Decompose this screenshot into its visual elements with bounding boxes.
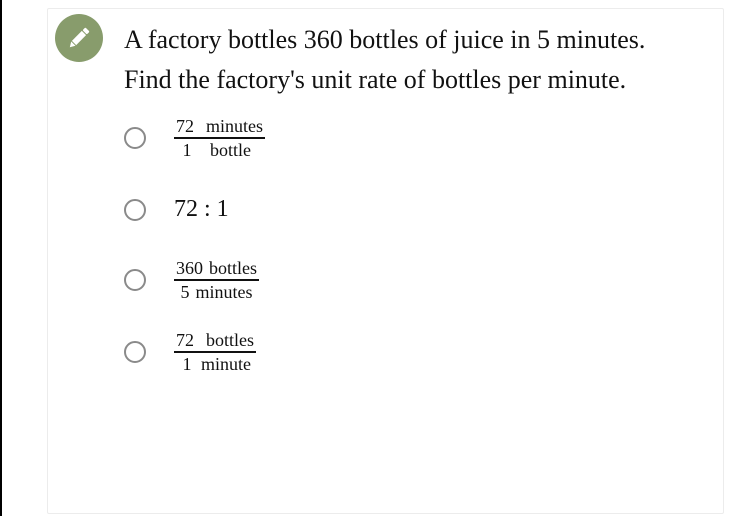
numerator-unit: bottles xyxy=(209,258,257,278)
answer-option-3[interactable]: 360 bottles 5 minutes xyxy=(124,258,259,302)
denominator-unit: bottle xyxy=(210,140,251,160)
numerator-value: 72 xyxy=(176,116,194,136)
question-line-1: A factory bottles 360 bottles of juice i… xyxy=(124,25,646,54)
fraction: 360 bottles 5 minutes xyxy=(174,258,259,302)
question-text: A factory bottles 360 bottles of juice i… xyxy=(124,20,645,100)
question-line-2: Find the factory's unit rate of bottles … xyxy=(124,65,627,94)
denominator-value: 1 xyxy=(182,354,192,374)
numerator-unit: minutes xyxy=(206,116,263,136)
denominator-unit: minute xyxy=(201,354,251,374)
answer-option-1[interactable]: 72 minutes 1 bottle xyxy=(124,116,265,160)
fraction: 72 bottles 1 minute xyxy=(174,330,256,374)
denominator-value: 5 xyxy=(180,282,190,302)
numerator-value: 72 xyxy=(176,330,194,350)
numerator-value: 360 xyxy=(176,258,203,278)
denominator-unit: minutes xyxy=(195,282,253,302)
radio-button[interactable] xyxy=(124,341,146,363)
edit-badge xyxy=(55,14,103,62)
pencil-icon xyxy=(69,27,90,48)
radio-button[interactable] xyxy=(124,269,146,291)
fraction: 72 minutes 1 bottle xyxy=(174,116,265,160)
answer-option-2[interactable]: 72 : 1 xyxy=(124,196,229,223)
ratio-text: 72 : 1 xyxy=(174,196,229,222)
denominator-value: 1 xyxy=(182,140,192,160)
numerator-unit: bottles xyxy=(206,330,254,350)
radio-button[interactable] xyxy=(124,198,146,221)
answer-option-4[interactable]: 72 bottles 1 minute xyxy=(124,330,256,374)
radio-button[interactable] xyxy=(124,127,146,149)
window-edge xyxy=(0,0,2,516)
